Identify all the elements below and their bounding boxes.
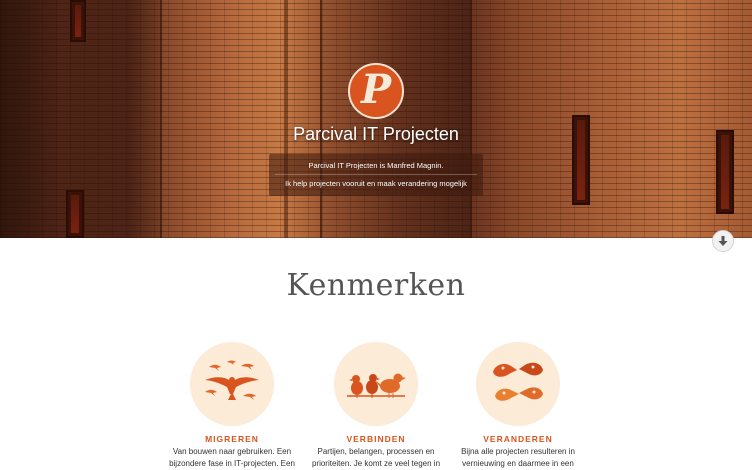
tagline-line-2: Ik help projecten vooruit en maak verand… <box>285 179 467 188</box>
logo-letter: P <box>360 66 392 113</box>
feature-title: MIGREREN <box>205 434 259 444</box>
arrow-down-icon <box>718 236 728 246</box>
feature-icon-circle <box>334 342 418 426</box>
migrating-birds-icon <box>205 360 259 400</box>
building-window <box>66 190 84 238</box>
feature-veranderen: VERANDEREN Bijna alle projecten resulter… <box>443 342 593 470</box>
tagline-box: Parcival IT Projecten is Manfred Magnin.… <box>269 154 483 196</box>
bird-heads-icon <box>493 362 543 401</box>
building-window <box>572 115 590 205</box>
feature-title: VERANDEREN <box>483 434 553 444</box>
birds-on-wire-icon <box>347 373 406 398</box>
building-window <box>716 130 734 214</box>
scroll-down-button[interactable] <box>712 230 734 252</box>
tagline-line-1: Parcival IT Projecten is Manfred Magnin. <box>308 161 444 170</box>
feature-text: Bijna alle projecten resulteren in verni… <box>461 447 575 468</box>
building-window <box>70 0 86 42</box>
site-title: Parcival IT Projecten <box>293 124 459 144</box>
feature-icon-circle <box>476 342 560 426</box>
feature-text: Van bouwen naar gebruiken. Een bijzonder… <box>169 447 295 468</box>
drain-pipe <box>284 0 288 238</box>
feature-title: VERBINDEN <box>346 434 406 444</box>
feature-migreren: MIGREREN Van bouwen naar gebruiken. Een … <box>157 342 307 470</box>
section-title: Kenmerken <box>286 268 466 303</box>
feature-text: Partijen, belangen, processen en priorit… <box>311 447 441 468</box>
parcival-logo[interactable]: P <box>348 63 404 119</box>
feature-icon-circle <box>190 342 274 426</box>
feature-verbinden: VERBINDEN Partijen, belangen, processen … <box>301 342 451 470</box>
hero-banner: P Parcival IT Projecten Parcival IT Proj… <box>0 0 752 238</box>
